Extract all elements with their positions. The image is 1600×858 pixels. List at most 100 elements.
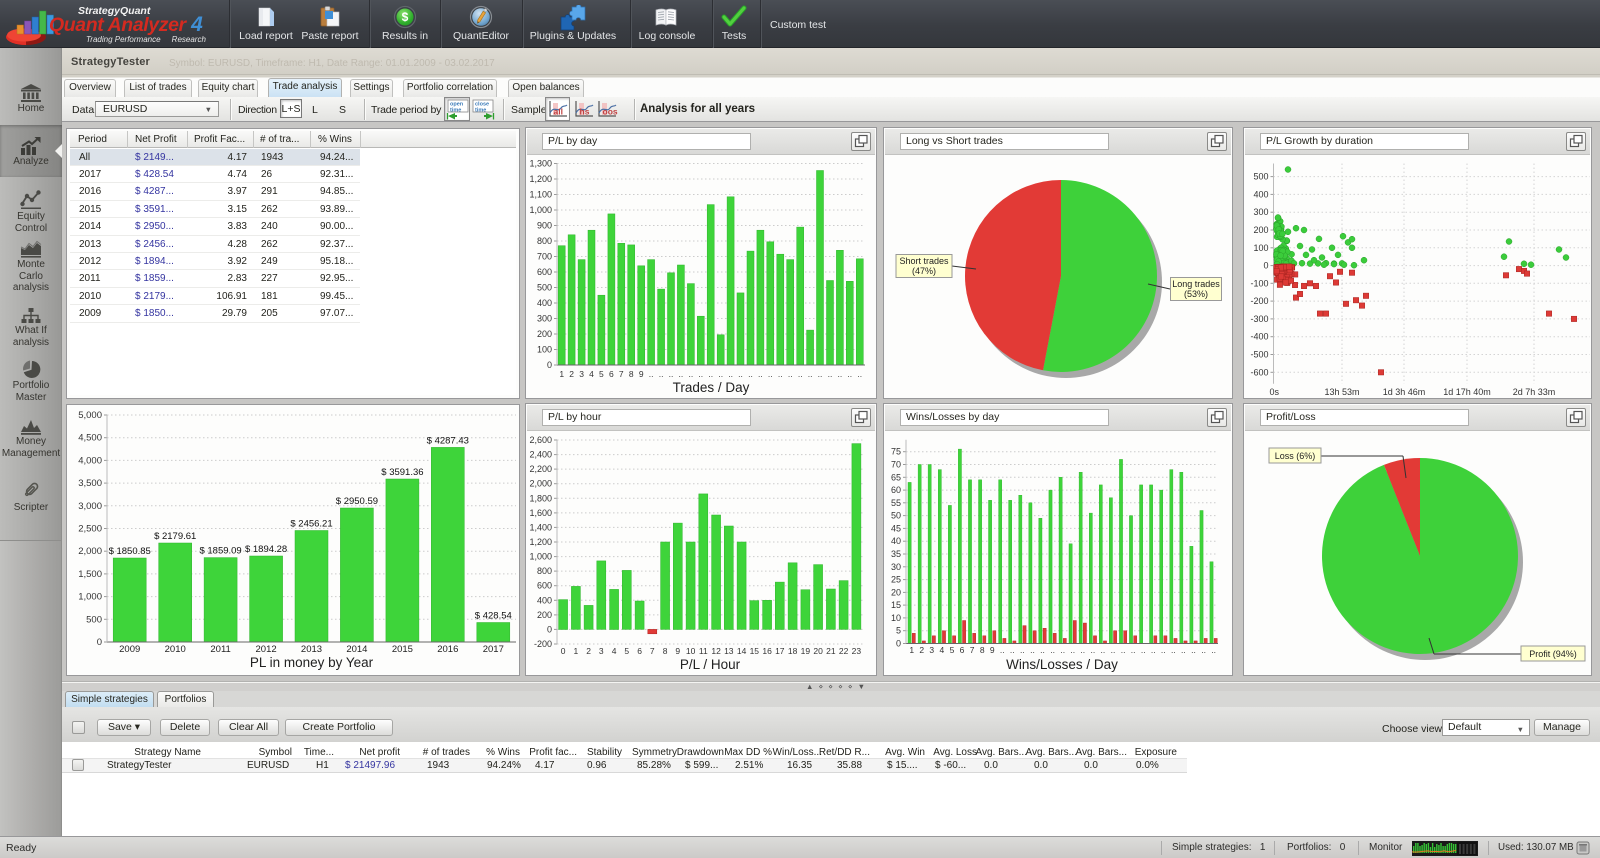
svg-text:2014: 2014 [346,644,367,655]
svg-text:2: 2 [569,369,574,379]
svg-text:700: 700 [537,252,552,262]
svg-text:45: 45 [891,523,901,533]
svg-text:4: 4 [612,646,617,656]
svg-text:800: 800 [537,236,552,246]
svg-text:$ 2179.61: $ 2179.61 [154,531,196,542]
svg-text:2017: 2017 [483,644,504,655]
svg-text:16: 16 [762,646,772,656]
svg-text:1,200: 1,200 [529,537,552,547]
svg-text:2,000: 2,000 [78,546,102,557]
svg-text:$: $ [402,10,409,24]
svg-text:..: .. [1000,645,1005,655]
svg-text:..: .. [1211,645,1216,655]
svg-text:65: 65 [891,472,901,482]
svg-text:5: 5 [599,369,604,379]
svg-text:1: 1 [909,645,914,655]
svg-text:..: .. [758,369,763,379]
svg-text:..: .. [1151,645,1156,655]
svg-text:100: 100 [1253,243,1268,253]
svg-text:1,800: 1,800 [529,493,552,503]
svg-text:..: .. [1141,645,1146,655]
svg-text:2011: 2011 [210,644,230,655]
svg-text:1,600: 1,600 [529,508,552,518]
svg-text:60: 60 [891,485,901,495]
svg-text:22: 22 [839,646,849,656]
svg-text:10: 10 [891,613,901,623]
svg-text:4: 4 [589,369,594,379]
svg-text:1: 1 [574,646,579,656]
svg-text:9: 9 [639,369,644,379]
svg-text:0: 0 [896,639,901,649]
svg-text:1,000: 1,000 [529,552,552,562]
svg-text:-100: -100 [1250,278,1268,288]
svg-text:Trades / Day: Trades / Day [673,380,750,395]
svg-text:1,400: 1,400 [529,522,552,532]
svg-text:-600: -600 [1250,367,1268,377]
svg-text:Quant Analyzer 4: Quant Analyzer 4 [49,13,203,36]
svg-text:19: 19 [801,646,811,656]
svg-text:300: 300 [1253,207,1268,217]
svg-text:$ 1859.09: $ 1859.09 [199,546,241,557]
svg-text:..: .. [728,369,733,379]
svg-text:3: 3 [929,645,934,655]
svg-text:..: .. [1070,645,1075,655]
svg-text:25: 25 [891,575,901,585]
svg-text:..: .. [669,369,674,379]
svg-text:2010: 2010 [165,644,186,655]
svg-text:..: .. [1080,645,1085,655]
svg-text:20: 20 [891,587,901,597]
svg-text:7: 7 [970,645,975,655]
svg-text:17: 17 [775,646,785,656]
svg-text:100: 100 [537,345,552,355]
svg-text:..: .. [847,369,852,379]
svg-text:0: 0 [561,646,566,656]
svg-text:3,000: 3,000 [78,501,102,512]
svg-text:..: .. [679,369,684,379]
svg-text:..: .. [788,369,793,379]
svg-text:900: 900 [537,221,552,231]
svg-text:600: 600 [537,581,552,591]
svg-text:2,600: 2,600 [529,435,552,445]
svg-text:7: 7 [650,646,655,656]
svg-text:14: 14 [737,646,747,656]
svg-text:500: 500 [537,283,552,293]
svg-text:-400: -400 [1250,332,1268,342]
svg-text:..: .. [1201,645,1206,655]
svg-text:-500: -500 [1250,350,1268,360]
svg-text:2016: 2016 [437,644,458,655]
svg-text:$ 3591.36: $ 3591.36 [381,467,423,478]
svg-text:..: .. [808,369,813,379]
svg-text:0: 0 [547,360,552,370]
svg-text:400: 400 [537,298,552,308]
svg-text:..: .. [857,369,862,379]
svg-text:0: 0 [1263,261,1268,271]
svg-text:6: 6 [960,645,965,655]
svg-text:0: 0 [547,624,552,634]
svg-text:(47%): (47%) [912,266,936,276]
svg-text:..: .. [698,369,703,379]
svg-text:Loss (6%): Loss (6%) [1275,451,1316,461]
svg-text:-300: -300 [1250,314,1268,324]
svg-text:PL in money by Year: PL in money by Year [250,655,374,670]
svg-text:2015: 2015 [392,644,413,655]
svg-text:$ 1850.85: $ 1850.85 [109,546,151,557]
svg-text:..: .. [708,369,713,379]
svg-text:$ 2456.21: $ 2456.21 [290,519,332,530]
svg-text:all: all [554,107,563,117]
svg-text:..: .. [659,369,664,379]
svg-text:1,000: 1,000 [78,592,102,603]
svg-text:1,300: 1,300 [529,159,552,169]
svg-text:2013: 2013 [301,644,322,655]
svg-text:75: 75 [891,447,901,457]
svg-text:Long trades: Long trades [1172,279,1220,289]
svg-text:10: 10 [686,646,696,656]
svg-text:(53%): (53%) [1184,289,1208,299]
svg-text:15: 15 [891,600,901,610]
svg-text:-200: -200 [1250,296,1268,306]
svg-text:2: 2 [586,646,591,656]
svg-text:18: 18 [788,646,798,656]
svg-text:..: .. [798,369,803,379]
svg-text:..: .. [828,369,833,379]
svg-text:7: 7 [619,369,624,379]
svg-text:11: 11 [699,646,708,656]
